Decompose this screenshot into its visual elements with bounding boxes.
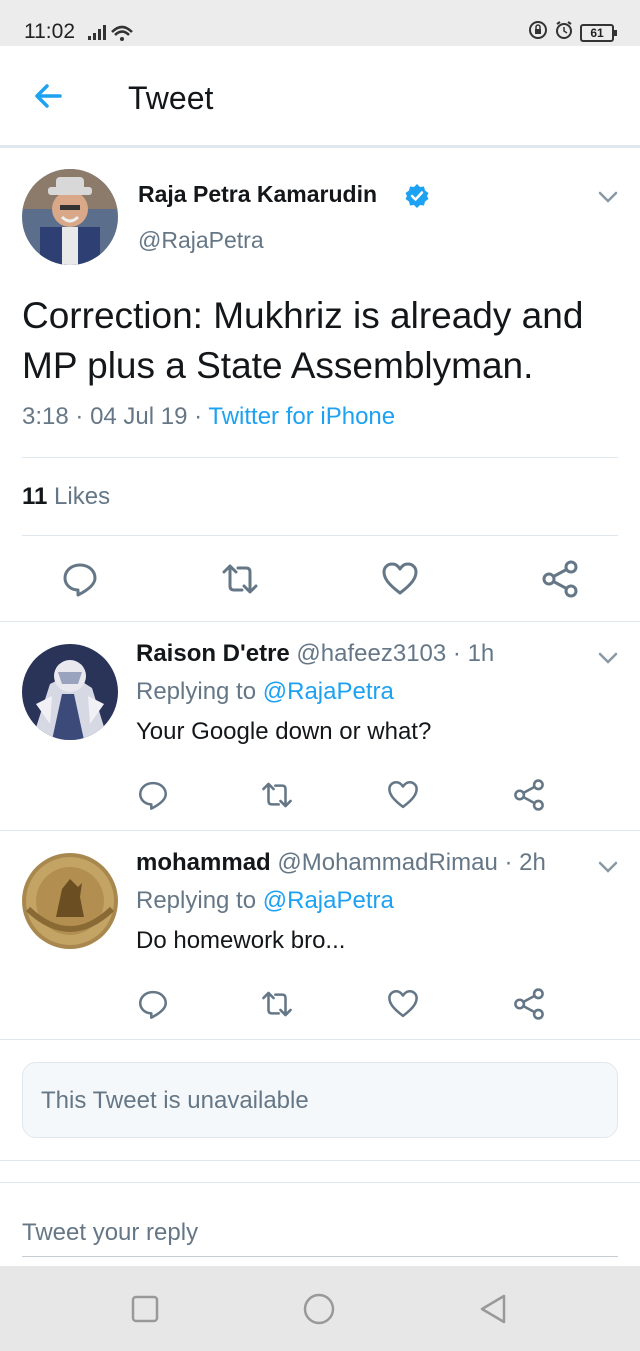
status-icons: 61 <box>528 20 617 45</box>
retweet-button[interactable] <box>260 987 294 1021</box>
reply-age: 1h <box>467 640 495 667</box>
divider <box>22 535 618 536</box>
divider <box>22 457 618 458</box>
heart-icon <box>382 562 418 595</box>
divider <box>0 1160 640 1161</box>
reply-tweet[interactable]: Raison D'etre @hafeez3103 · 1h Replying … <box>0 621 640 829</box>
reply-author-name[interactable]: mohammad <box>136 849 271 876</box>
share-button[interactable] <box>540 559 580 599</box>
share-icon <box>514 988 544 1020</box>
tweet-text: Correction: Mukhriz is already and MP pl… <box>22 295 584 386</box>
reply-text: Your Google down or what? <box>136 718 432 745</box>
status-bar: 11:02 61 <box>0 0 640 46</box>
likes-label: Likes <box>54 483 111 510</box>
verified-badge-icon <box>404 183 430 214</box>
unavailable-text: This Tweet is unavailable <box>41 1087 309 1114</box>
avatar[interactable] <box>22 853 118 949</box>
meta-separator: · <box>504 849 520 876</box>
reply-author-handle[interactable]: @hafeez3103 <box>296 640 446 667</box>
back-nav-button[interactable] <box>476 1292 510 1326</box>
avatar[interactable] <box>22 644 118 740</box>
reply-button[interactable] <box>136 778 170 812</box>
retweet-icon <box>222 564 258 594</box>
replying-to: Replying to @RajaPetra <box>136 887 394 915</box>
heart-icon <box>388 780 418 809</box>
unavailable-tweet-card: This Tweet is unavailable <box>22 1062 618 1138</box>
reply-author-handle[interactable]: @MohammadRimau <box>277 849 497 876</box>
app-header: Tweet <box>0 46 640 148</box>
share-button[interactable] <box>512 987 546 1021</box>
reply-age: 2h <box>519 849 546 876</box>
tweet-date: 04 Jul 19 <box>90 403 188 430</box>
tweet-time: 3:18 <box>22 403 69 430</box>
retweet-icon <box>262 782 292 808</box>
recents-button[interactable] <box>128 1292 162 1326</box>
square-icon <box>131 1295 159 1323</box>
like-button[interactable] <box>380 559 420 599</box>
reply-header: mohammad @MohammadRimau · 2h <box>136 849 546 877</box>
arrow-left-icon <box>35 84 62 108</box>
replying-mention[interactable]: @RajaPetra <box>263 678 394 705</box>
replying-label: Replying to <box>136 887 257 914</box>
chevron-down-icon <box>598 191 618 203</box>
home-button[interactable] <box>302 1292 336 1326</box>
main-tweet: Raja Petra Kamarudin @RajaPetra Correcti… <box>0 151 640 621</box>
reply-button[interactable] <box>60 559 100 599</box>
retweet-icon <box>262 991 292 1017</box>
retweet-button[interactable] <box>220 559 260 599</box>
tweet-meta: 3:18 · 04 Jul 19 · Twitter for iPhone <box>22 403 395 431</box>
reply-composer <box>0 1182 640 1266</box>
avatar[interactable] <box>22 169 118 265</box>
meta-separator: · <box>75 403 91 430</box>
meta-separator: · <box>194 403 209 430</box>
circle-icon <box>303 1293 335 1325</box>
reply-button[interactable] <box>136 987 170 1021</box>
page-title: Tweet <box>128 80 214 116</box>
reply-author-name[interactable]: Raison D'etre <box>136 640 290 667</box>
lock-rotation-icon <box>528 20 548 45</box>
share-icon <box>542 560 578 598</box>
back-button[interactable] <box>28 76 68 116</box>
likes-number: 11 <box>22 483 48 510</box>
author-handle[interactable]: @RajaPetra <box>138 227 264 254</box>
like-button[interactable] <box>386 778 420 812</box>
status-time: 11:02 <box>24 20 75 43</box>
tweet-menu-button[interactable] <box>596 185 620 209</box>
comment-icon <box>138 990 168 1019</box>
alarm-icon <box>554 20 574 45</box>
reply-tweet[interactable]: mohammad @MohammadRimau · 2h Replying to… <box>0 830 640 1038</box>
chevron-down-icon <box>598 861 618 873</box>
replying-mention[interactable]: @RajaPetra <box>263 887 394 914</box>
replying-to: Replying to @RajaPetra <box>136 678 394 706</box>
likes-count[interactable]: 11 Likes <box>22 483 110 511</box>
replying-label: Replying to <box>136 678 257 705</box>
share-icon <box>514 779 544 811</box>
reply-menu-button[interactable] <box>596 855 620 879</box>
divider <box>0 1039 640 1040</box>
comment-icon <box>138 781 168 810</box>
chevron-down-icon <box>598 652 618 664</box>
signal-icon <box>86 22 134 47</box>
share-button[interactable] <box>512 778 546 812</box>
reply-text: Do homework bro... <box>136 927 346 954</box>
meta-separator: · <box>452 640 468 667</box>
reply-header: Raison D'etre @hafeez3103 · 1h <box>136 640 494 668</box>
reply-menu-button[interactable] <box>596 646 620 670</box>
comment-icon <box>63 563 97 597</box>
like-button[interactable] <box>386 987 420 1021</box>
system-nav-bar <box>0 1266 640 1351</box>
tweet-source-link[interactable]: Twitter for iPhone <box>208 403 395 430</box>
battery-icon: 61 <box>580 23 617 42</box>
author-name[interactable]: Raja Petra Kamarudin <box>138 181 377 208</box>
retweet-button[interactable] <box>260 778 294 812</box>
reply-input[interactable] <box>22 1209 618 1257</box>
triangle-back-icon <box>480 1294 506 1324</box>
heart-icon <box>388 989 418 1018</box>
